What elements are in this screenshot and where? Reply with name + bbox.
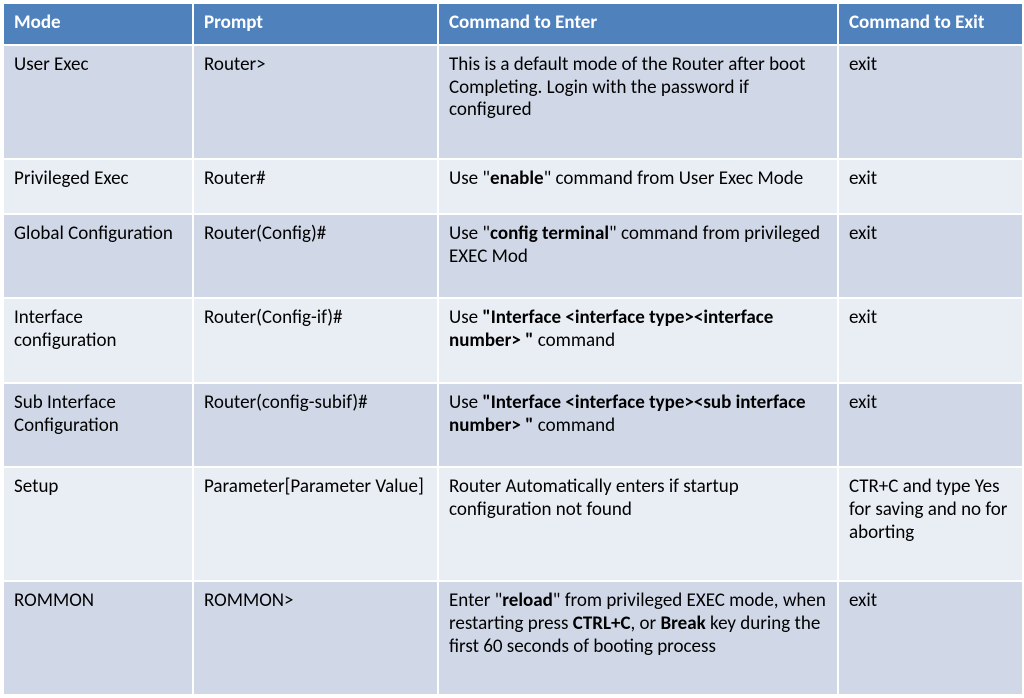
cell-mode: Interface configuration (3, 298, 193, 382)
text: Use " (449, 222, 490, 245)
cell-mode: Sub Interface Configuration (3, 383, 193, 467)
text: Use " (449, 167, 490, 190)
header-exit: Command to Exit (838, 3, 1023, 45)
cell-prompt: Router(Config-if)# (193, 298, 438, 382)
table-row: User Exec Router> This is a default mode… (3, 45, 1023, 159)
bold-text: enable (490, 167, 544, 190)
cell-mode: User Exec (3, 45, 193, 159)
cell-enter: Use "Interface <interface type><sub inte… (438, 383, 838, 467)
table-row: Global Configuration Router(Config)# Use… (3, 214, 1023, 298)
cell-exit: exit (838, 581, 1023, 695)
cell-exit: exit (838, 45, 1023, 159)
cell-prompt: Router# (193, 159, 438, 214)
text: Use (449, 306, 482, 329)
text: command (533, 414, 615, 437)
table-row: Interface configuration Router(Config-if… (3, 298, 1023, 382)
text: Use (449, 391, 482, 414)
router-modes-table-container: Mode Prompt Command to Enter Command to … (0, 0, 1024, 698)
bold-text: Break (660, 612, 705, 635)
cell-enter: Use "config terminal" command from privi… (438, 214, 838, 298)
cell-mode: Privileged Exec (3, 159, 193, 214)
cell-enter: This is a default mode of the Router aft… (438, 45, 838, 159)
cell-exit: exit (838, 298, 1023, 382)
table-header-row: Mode Prompt Command to Enter Command to … (3, 3, 1023, 45)
table-row: ROMMON ROMMON> Enter "reload" from privi… (3, 581, 1023, 695)
text: Enter " (449, 589, 502, 612)
table-row: Sub Interface Configuration Router(confi… (3, 383, 1023, 467)
cell-prompt: Router(Config)# (193, 214, 438, 298)
cell-enter: Enter "reload" from privileged EXEC mode… (438, 581, 838, 695)
cell-exit: exit (838, 383, 1023, 467)
cell-mode: Global Configuration (3, 214, 193, 298)
cell-prompt: ROMMON> (193, 581, 438, 695)
cell-exit: exit (838, 214, 1023, 298)
cell-exit: exit (838, 159, 1023, 214)
cell-prompt: Parameter[Parameter Value] (193, 467, 438, 581)
text: " command from User Exec Mode (544, 167, 804, 190)
table-row: Privileged Exec Router# Use "enable" com… (3, 159, 1023, 214)
bold-text: reload (502, 589, 553, 612)
cell-mode: Setup (3, 467, 193, 581)
router-modes-table: Mode Prompt Command to Enter Command to … (2, 2, 1024, 696)
text: command (533, 329, 615, 352)
cell-enter: Use "enable" command from User Exec Mode (438, 159, 838, 214)
cell-exit: CTR+C and type Yes for saving and no for… (838, 467, 1023, 581)
cell-enter: Router Automatically enters if startup c… (438, 467, 838, 581)
header-enter: Command to Enter (438, 3, 838, 45)
bold-text: "Interface <interface type><sub interfac… (449, 391, 806, 437)
cell-mode: ROMMON (3, 581, 193, 695)
header-mode: Mode (3, 3, 193, 45)
cell-prompt: Router> (193, 45, 438, 159)
header-prompt: Prompt (193, 3, 438, 45)
cell-prompt: Router(config-subif)# (193, 383, 438, 467)
bold-text: config terminal (490, 222, 609, 245)
bold-text: CTRL+C (573, 612, 631, 635)
text: , or (631, 612, 661, 635)
table-row: Setup Parameter[Parameter Value] Router … (3, 467, 1023, 581)
cell-enter: Use "Interface <interface type><interfac… (438, 298, 838, 382)
